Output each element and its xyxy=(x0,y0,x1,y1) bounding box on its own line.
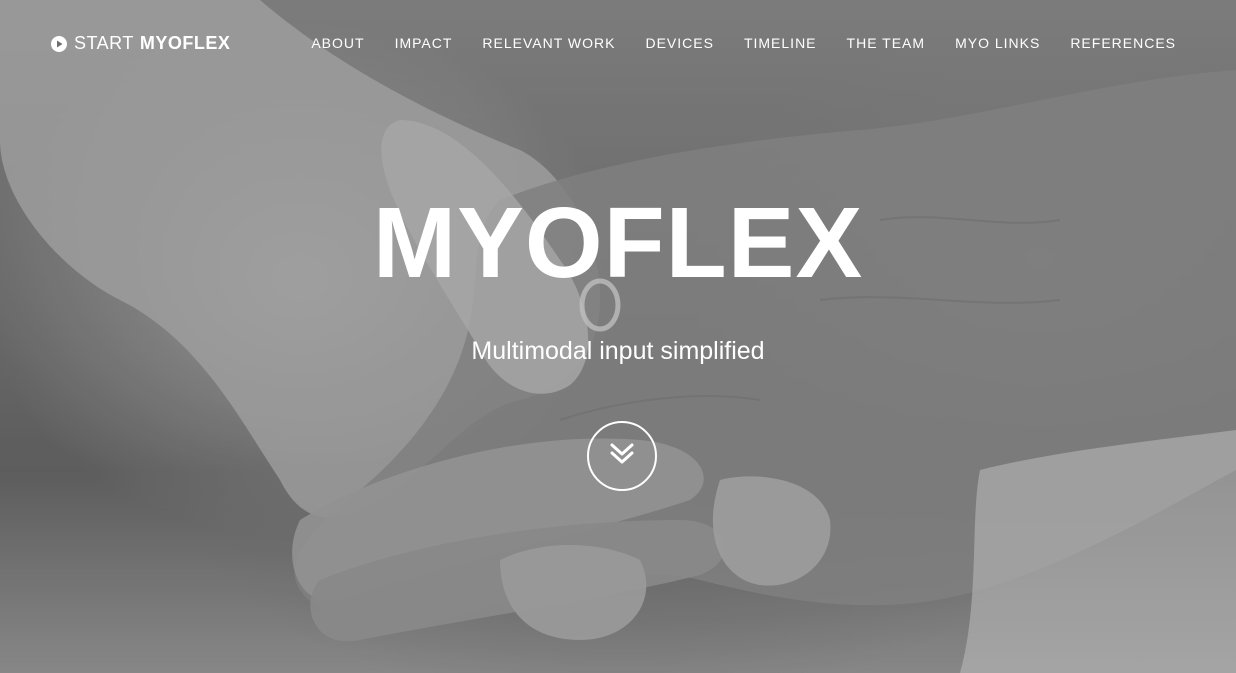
play-circle-icon xyxy=(51,35,67,52)
brand-start-label: START xyxy=(74,33,134,53)
hero-subtitle: Multimodal input simplified xyxy=(471,337,765,365)
scroll-down-button[interactable] xyxy=(587,421,657,491)
hero-title: MYOFLEX xyxy=(372,187,864,299)
hero-section: START MYOFLEX ABOUT IMPACT RELEVANT WORK… xyxy=(0,0,1236,673)
nav-item-impact[interactable]: IMPACT xyxy=(395,35,453,51)
double-chevron-down-icon xyxy=(609,442,635,471)
main-nav: ABOUT IMPACT RELEVANT WORK DEVICES TIMEL… xyxy=(281,35,1176,51)
nav-item-relevant-work[interactable]: RELEVANT WORK xyxy=(482,35,615,51)
nav-item-the-team[interactable]: THE TEAM xyxy=(847,35,926,51)
nav-item-about[interactable]: ABOUT xyxy=(311,35,364,51)
brand-name-label: MYOFLEX xyxy=(139,33,231,53)
nav-item-devices[interactable]: DEVICES xyxy=(645,35,713,51)
start-myoflex-link[interactable]: START MYOFLEX xyxy=(51,33,230,54)
nav-item-references[interactable]: REFERENCES xyxy=(1070,35,1176,51)
top-navigation-bar: START MYOFLEX ABOUT IMPACT RELEVANT WORK… xyxy=(0,0,1236,86)
nav-item-myo-links[interactable]: MYO LINKS xyxy=(955,35,1040,51)
nav-item-timeline[interactable]: TIMELINE xyxy=(744,35,817,51)
